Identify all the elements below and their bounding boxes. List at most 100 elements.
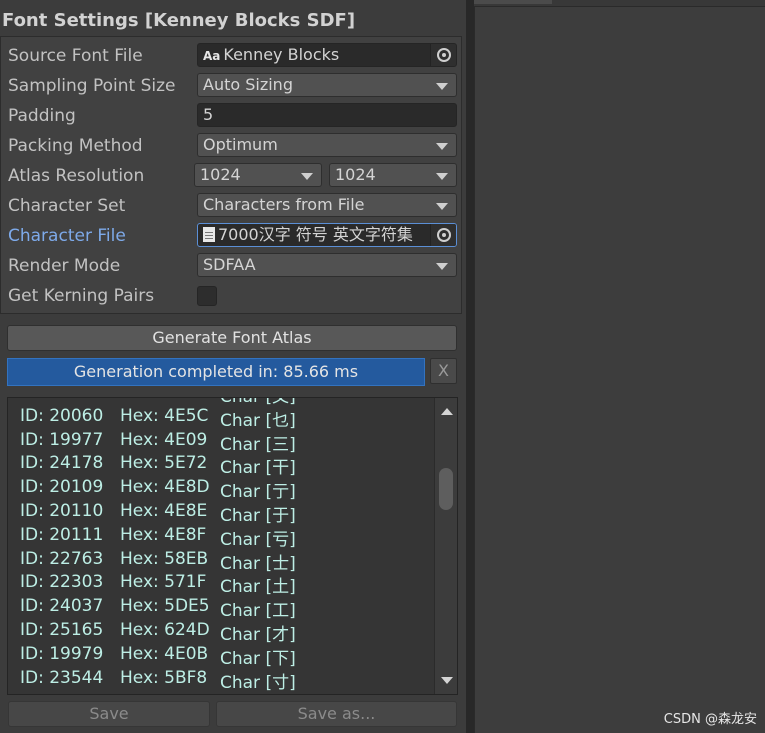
char-hex: Hex: 53C8 [120,398,208,402]
save-as-button[interactable]: Save as... [216,701,457,727]
atlas-width-dropdown[interactable]: 1024 [194,163,322,187]
object-picker-icon[interactable] [430,44,456,66]
font-asset-icon: Aa [203,49,221,63]
source-font-file-field[interactable]: Aa Kenney Blocks [197,43,457,67]
char-id: ID: 19977 [20,429,104,450]
char-id: ID: 24178 [20,453,104,474]
packing-method-value: Optimum [203,135,278,154]
padding-input[interactable]: 5 [197,103,457,127]
char-id: ID: 25165 [20,619,104,640]
char-glyph: Char [下] [220,648,296,669]
list-item: ID: 21448Hex: 53C8Char [叉] [8,398,432,407]
list-item: ID: 23544 Hex: 5BF8 Char [寸] [8,667,432,693]
list-item: ID: 22763 Hex: 58EB Char [士] [8,548,432,574]
text-asset-icon [203,227,215,242]
char-glyph: Char [才] [220,624,296,645]
sampling-point-size-dropdown[interactable]: Auto Sizing [197,73,457,97]
list-item: ID: 20111 Hex: 4E8F Char [亏] [8,524,432,550]
char-id: ID: 24037 [20,596,104,617]
char-hex: Hex: 571F [120,572,207,593]
char-glyph: Char [乜] [220,410,296,431]
char-hex: Hex: 5DE5 [120,596,210,617]
packing-method-dropdown[interactable]: Optimum [197,133,457,157]
char-hex: Hex: 4E8E [120,500,208,521]
save-button[interactable]: Save [8,701,210,727]
chevron-down-icon [301,173,313,180]
char-hex: Hex: 58EB [120,548,209,569]
page-title: Font Settings [Kenney Blocks SDF] [2,10,356,31]
atlas-height-dropdown[interactable]: 1024 [329,163,457,187]
char-hex: Hex: 4E09 [120,429,208,450]
list-item: ID: 20110 Hex: 4E8E Char [于] [8,500,432,526]
char-id: ID: 20110 [20,500,104,521]
character-set-value: Characters from File [203,195,365,214]
watermark: CSDN @森龙安 [663,712,757,727]
list-item: ID: 19979 Hex: 4E0B Char [下] [8,643,432,669]
packing-method-label: Packing Method [8,136,143,156]
character-file-value: 7000汉字 符号 英文字符集 [218,225,413,244]
source-font-file-label: Source Font File [8,46,143,66]
chevron-down-icon [436,83,448,90]
character-file-label: Character File [8,226,126,246]
object-picker-icon[interactable] [430,224,456,246]
char-glyph: Char [亏] [220,529,296,550]
char-glyph: Char [亍] [220,482,296,503]
char-hex: Hex: 5BF8 [120,667,208,688]
generate-font-atlas-button[interactable]: Generate Font Atlas [7,325,457,351]
chevron-down-icon [436,263,448,270]
list-item: ID: 19977 Hex: 4E09 Char [三] [8,429,432,455]
chevron-down-icon [436,173,448,180]
list-item: ID: 20060 Hex: 4E5C Char [乜] [8,405,432,431]
char-glyph: Char [寸] [220,672,296,693]
character-set-label: Character Set [8,196,126,216]
char-glyph: Char [土] [220,577,296,598]
char-id: ID: 22303 [20,572,104,593]
generation-progress-bar: Generation completed in: 85.66 ms [7,358,425,386]
char-hex: Hex: 4E8D [120,477,210,498]
char-id: ID: 23544 [20,667,104,688]
list-item: ID: 24178 Hex: 5E72 Char [干] [8,453,432,479]
char-glyph: Char [于] [220,505,296,526]
char-id: ID: 22763 [20,548,104,569]
character-list[interactable]: ID: 21448Hex: 53C8Char [叉]ID: 20060Hex: … [7,397,458,695]
get-kerning-pairs-label: Get Kerning Pairs [8,286,155,306]
panel-divider[interactable] [466,0,474,733]
preview-panel [474,6,765,733]
clear-progress-button[interactable]: X [430,358,457,384]
char-hex: Hex: 4E0B [120,643,209,664]
top-tab-strip [474,0,552,4]
char-hex: Hex: 4E5C [120,405,209,426]
sampling-point-size-value: Auto Sizing [203,75,293,94]
character-list-content: ID: 21448Hex: 53C8Char [叉]ID: 20060Hex: … [8,398,432,693]
char-id: ID: 19979 [20,643,104,664]
source-font-file-value: Kenney Blocks [223,45,340,64]
get-kerning-pairs-checkbox[interactable] [197,286,217,306]
chevron-down-icon [436,203,448,210]
atlas-resolution-label: Atlas Resolution [8,166,145,186]
char-hex: Hex: 4E8F [120,524,207,545]
char-glyph: Char [士] [220,553,296,574]
scrollbar-thumb[interactable] [439,468,453,510]
char-glyph: Char [干] [220,458,296,479]
char-id: ID: 21448 [20,398,103,402]
atlas-width-value: 1024 [200,165,241,184]
scroll-down-icon[interactable] [441,677,453,684]
atlas-height-value: 1024 [335,165,376,184]
char-hex: Hex: 624D [120,619,210,640]
char-id: ID: 20111 [20,524,104,545]
char-id: ID: 20060 [20,405,104,426]
render-mode-label: Render Mode [8,256,121,276]
list-item: ID: 24037 Hex: 5DE5 Char [工] [8,596,432,622]
char-glyph: Char [工] [220,601,296,622]
character-file-field[interactable]: 7000汉字 符号 英文字符集 [197,223,457,247]
list-item: ID: 25165 Hex: 624D Char [才] [8,619,432,645]
char-hex: Hex: 5E72 [120,453,208,474]
list-item: ID: 20109 Hex: 4E8D Char [亍] [8,477,432,503]
chevron-down-icon [436,143,448,150]
scroll-up-icon[interactable] [441,408,453,415]
list-item: ID: 22303 Hex: 571F Char [土] [8,572,432,598]
render-mode-dropdown[interactable]: SDFAA [197,253,457,277]
character-list-scrollbar[interactable] [434,398,457,694]
character-set-dropdown[interactable]: Characters from File [197,193,457,217]
padding-label: Padding [8,106,76,126]
